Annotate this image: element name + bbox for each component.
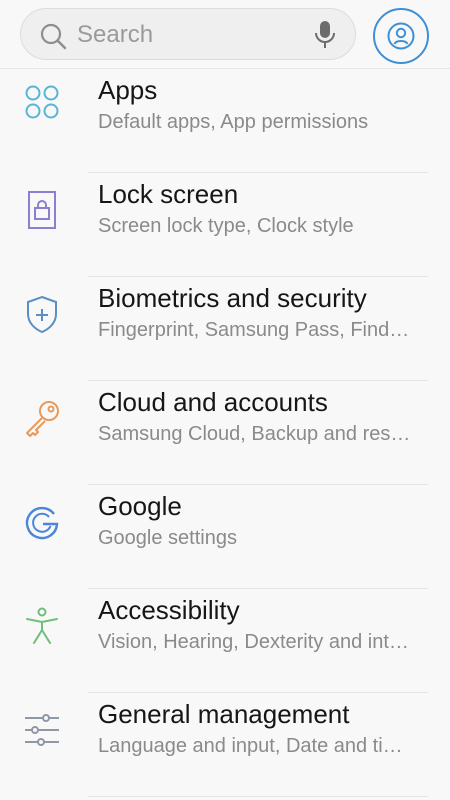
item-subtitle: Google settings <box>98 527 237 549</box>
key-icon <box>26 401 59 437</box>
search-placeholder: Search <box>77 21 154 48</box>
shield-icon <box>27 295 57 334</box>
item-title: Google <box>98 491 182 521</box>
search-icon <box>40 23 67 50</box>
item-subtitle: Vision, Hearing, Dexterity and int… <box>98 631 409 653</box>
search-bar[interactable]: Search <box>20 8 356 60</box>
account-icon <box>387 22 415 50</box>
settings-item-general-management[interactable]: General management Language and input, D… <box>0 693 450 797</box>
item-subtitle: Screen lock type, Clock style <box>98 215 354 237</box>
settings-list: Apps Default apps, App permissions Lock … <box>0 69 450 797</box>
item-title: Biometrics and security <box>98 283 367 313</box>
settings-item-cloud-accounts[interactable]: Cloud and accounts Samsung Cloud, Backup… <box>0 381 450 485</box>
item-subtitle: Language and input, Date and ti… <box>98 735 403 757</box>
lock-screen-icon <box>28 191 56 229</box>
settings-item-biometrics[interactable]: Biometrics and security Fingerprint, Sam… <box>0 277 450 381</box>
top-bar: Search <box>0 0 450 69</box>
item-title: Cloud and accounts <box>98 387 328 417</box>
microphone-icon[interactable] <box>313 20 337 50</box>
accessibility-icon <box>26 607 58 644</box>
settings-item-google[interactable]: Google Google settings <box>0 485 450 589</box>
item-title: Lock screen <box>98 179 239 209</box>
settings-item-apps[interactable]: Apps Default apps, App permissions <box>0 69 450 173</box>
item-subtitle: Samsung Cloud, Backup and res… <box>98 423 411 445</box>
item-title: Accessibility <box>98 595 240 625</box>
apps-grid-icon <box>25 85 59 119</box>
item-title: Apps <box>98 75 158 105</box>
settings-item-accessibility[interactable]: Accessibility Vision, Hearing, Dexterity… <box>0 589 450 693</box>
google-icon <box>25 506 59 540</box>
item-title: General management <box>98 699 350 729</box>
item-subtitle: Fingerprint, Samsung Pass, Find… <box>98 319 410 341</box>
account-button[interactable] <box>373 8 429 64</box>
item-subtitle: Default apps, App permissions <box>98 111 369 133</box>
divider <box>88 796 428 797</box>
settings-item-lock-screen[interactable]: Lock screen Screen lock type, Clock styl… <box>0 173 450 277</box>
sliders-icon <box>25 714 59 746</box>
